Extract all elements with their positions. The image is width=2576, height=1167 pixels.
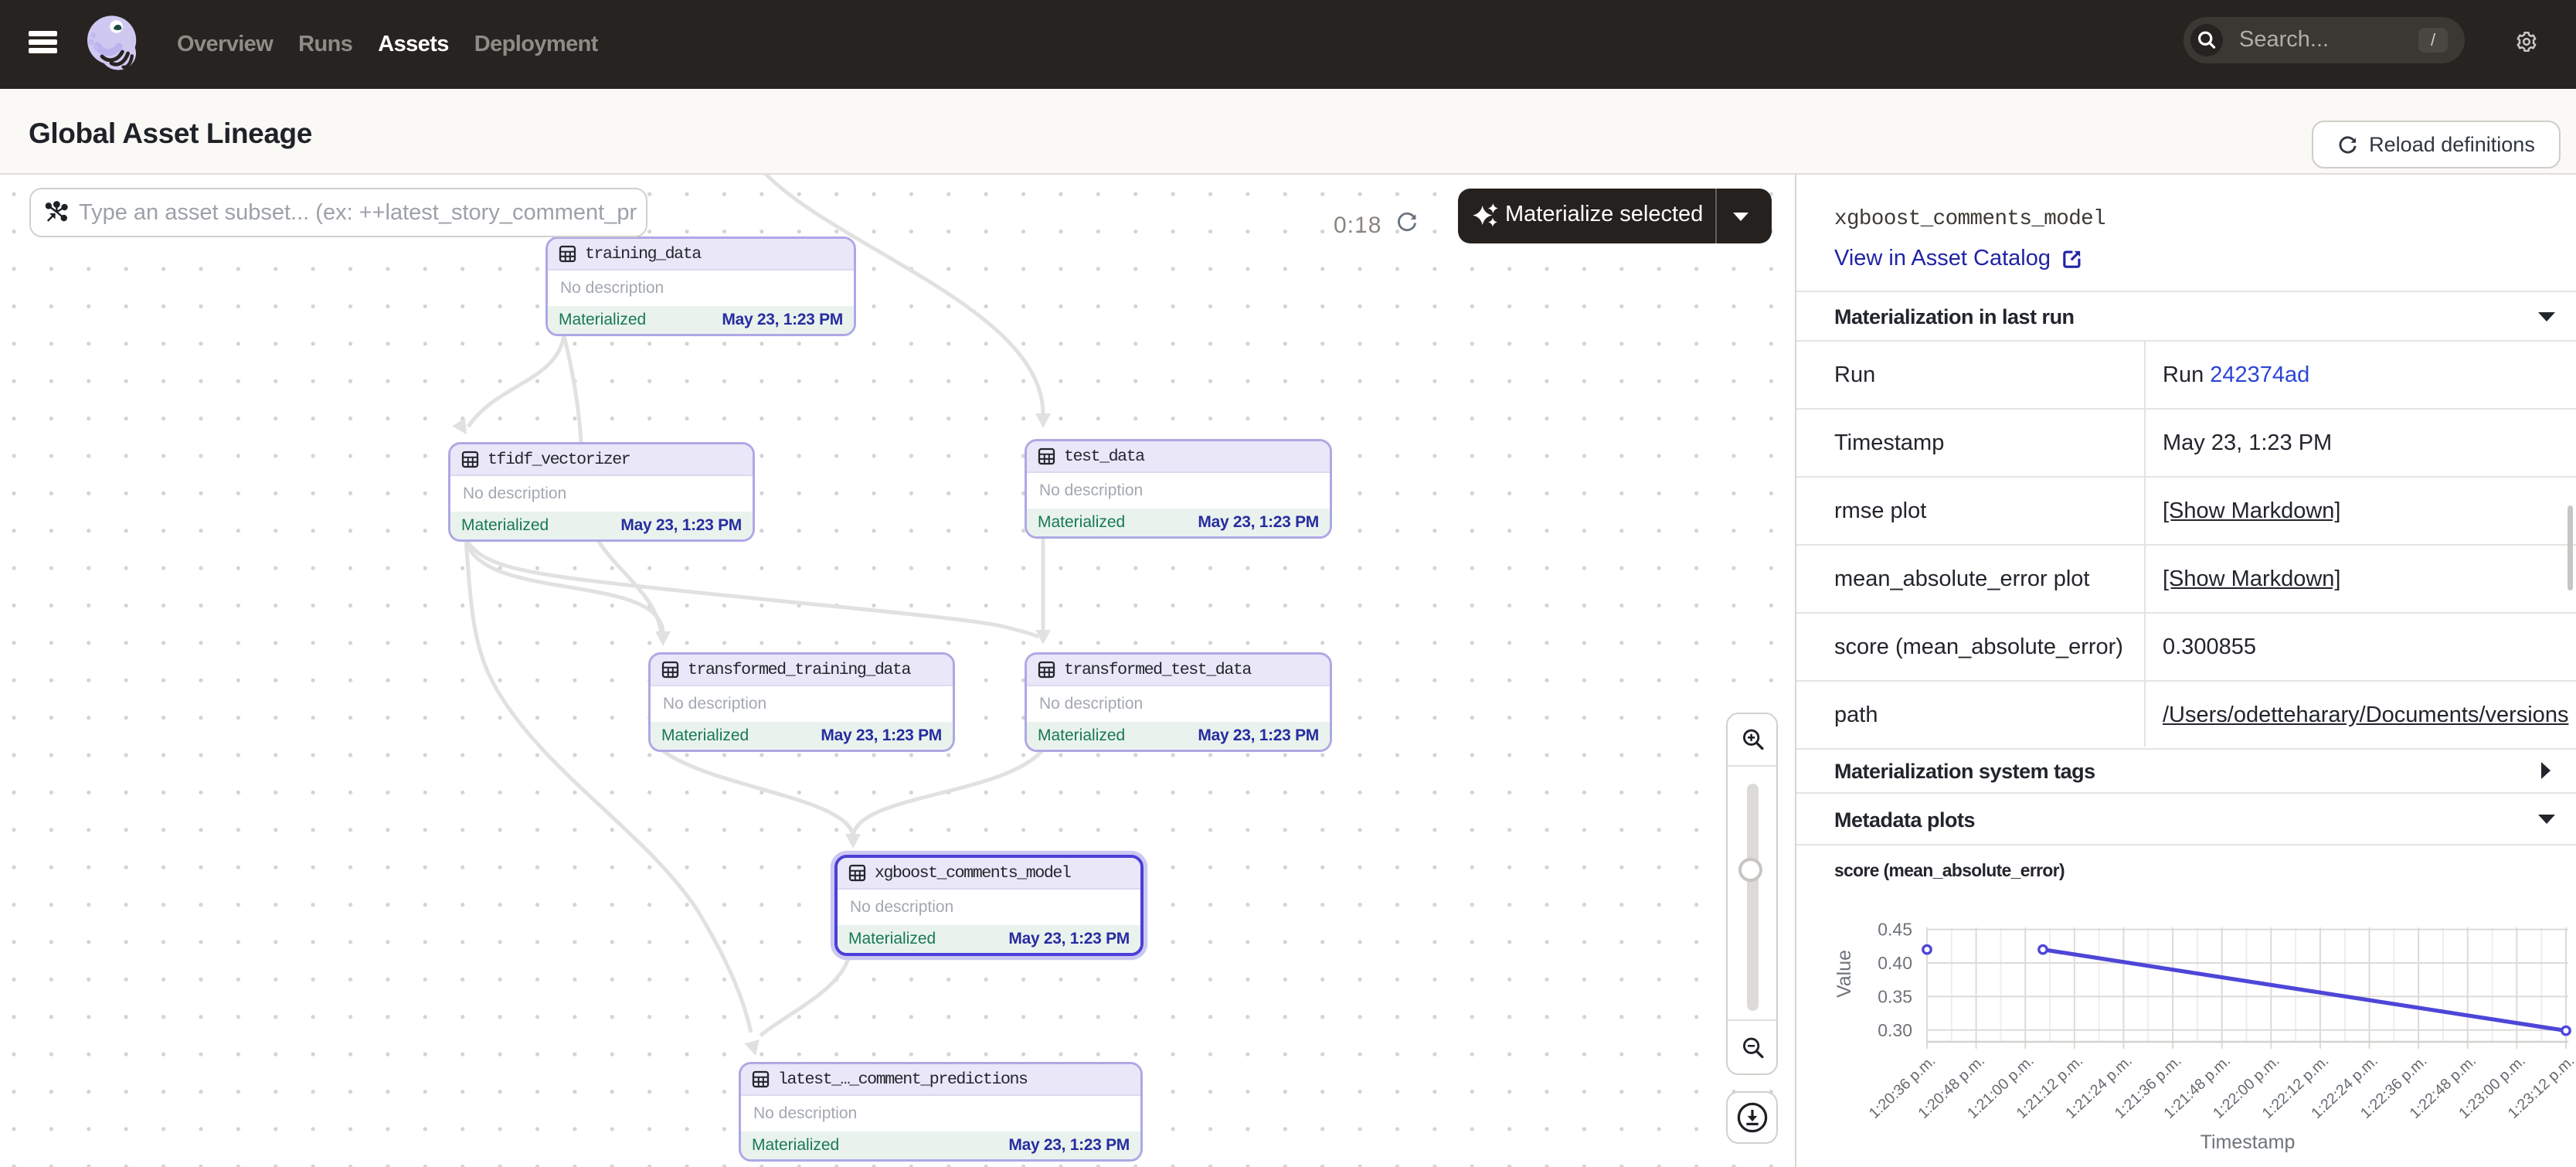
svg-text:Value: Value <box>1833 950 1855 998</box>
svg-text:0.45: 0.45 <box>1878 920 1912 940</box>
svg-text:Timestamp: Timestamp <box>2200 1131 2296 1153</box>
svg-text:0.40: 0.40 <box>1878 953 1912 973</box>
svg-text:0.30: 0.30 <box>1878 1020 1912 1040</box>
svg-text:0.35: 0.35 <box>1878 986 1912 1006</box>
